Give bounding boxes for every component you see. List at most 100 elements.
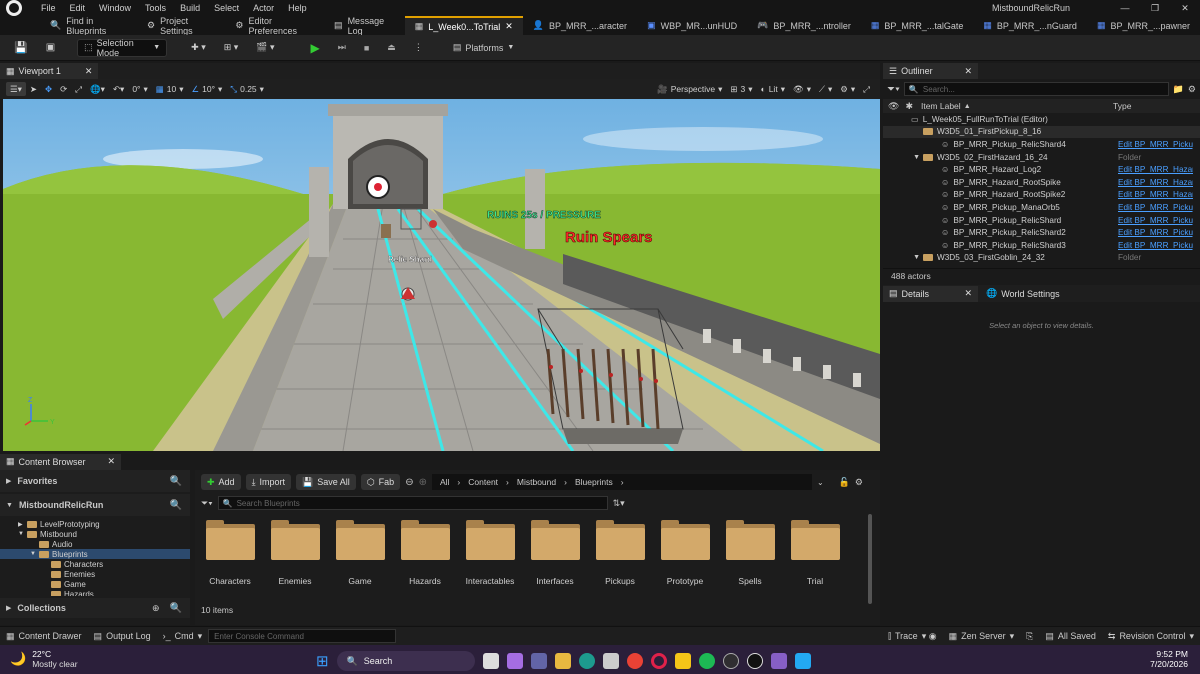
performance-dropdown[interactable]: ⟋ ▾ xyxy=(815,79,836,99)
menu-item[interactable]: Help xyxy=(281,0,314,16)
edit-blueprint-link[interactable]: Edit BP_MRR_Hazard xyxy=(1118,190,1193,199)
document-tab[interactable]: ▦ BP_MRR_...pawner xyxy=(1087,16,1200,35)
tab-outliner[interactable]: ☰ Outliner ✕ xyxy=(883,63,978,79)
camera-speed-dropdown[interactable]: ⊞ 3 ▾ xyxy=(726,79,756,99)
asset-folder[interactable]: Game xyxy=(330,520,390,586)
folder-tree-item[interactable]: ▼ Blueprints xyxy=(0,549,190,559)
level-viewport[interactable]: RUINS 25s / PRESSURE Ruin Spears Relic S… xyxy=(3,99,880,451)
outliner-search-input[interactable]: 🔍 Search... xyxy=(903,82,1169,96)
selection-mode-dropdown[interactable]: ⬚ Selection Mode ▼ xyxy=(77,38,168,58)
viewport-options-button[interactable]: ☰▾ xyxy=(6,82,26,96)
select-tool[interactable]: ➤ xyxy=(26,79,41,99)
outliner-row[interactable]: ☺ BP_MRR_Hazard_RootSpike Edit BP_MRR_Haza… xyxy=(883,176,1200,189)
tab-details[interactable]: ▤ Details ✕ xyxy=(883,285,978,302)
outliner-row[interactable]: ☺ BP_MRR_Pickup_RelicShard4 Edit BP_MRR_Pi… xyxy=(883,138,1200,151)
edit-blueprint-link[interactable]: Edit BP_MRR_Pickup xyxy=(1118,241,1193,250)
world-local-toggle[interactable]: 🌐▾ xyxy=(86,79,109,99)
add-collection-icon[interactable]: ⊕ xyxy=(152,603,160,614)
document-tab[interactable]: ▦ BP_MRR_...nGuard xyxy=(973,16,1087,35)
chrome-icon[interactable] xyxy=(626,653,643,669)
type-column[interactable]: Type xyxy=(1113,101,1131,111)
notes-icon[interactable] xyxy=(674,653,691,669)
menu-item[interactable]: Window xyxy=(92,0,138,16)
outliner-row[interactable]: ▼ W3D5_02_FirstHazard_16_24 Folder xyxy=(883,151,1200,164)
close-icon[interactable]: ✕ xyxy=(505,21,513,32)
filter-icon[interactable]: ⏷▾ xyxy=(887,84,900,95)
edit-blueprint-link[interactable]: Edit BP_MRR_Pickup xyxy=(1118,228,1193,237)
rotation-snap-toggle[interactable]: ∠ 10° ▾ xyxy=(188,79,227,99)
menu-item[interactable]: Tools xyxy=(138,0,173,16)
asset-folder[interactable]: Hazards xyxy=(395,520,455,586)
angle-dropdown[interactable]: 0° ▾ xyxy=(128,79,151,99)
task-view-icon[interactable] xyxy=(482,653,499,669)
edge-icon[interactable] xyxy=(578,653,595,669)
folder-tree-item[interactable]: ▶ LevelPrototyping xyxy=(0,519,190,529)
eject-button[interactable]: ⏏ xyxy=(381,39,402,57)
folder-tree-item[interactable]: ▼ Mistbound xyxy=(0,529,190,539)
asset-folder[interactable]: Enemies xyxy=(265,520,325,586)
document-tab[interactable]: 🎮 BP_MRR_...ntroller xyxy=(747,16,861,35)
translate-tool[interactable]: ✥ xyxy=(41,79,56,99)
blueprint-menu-button[interactable]: ⊞ ▾ xyxy=(218,39,245,57)
outliner-row[interactable]: ☺ BP_MRR_Pickup_RelicShard3 Edit BP_MRR_Pi… xyxy=(883,239,1200,252)
edit-blueprint-link[interactable]: Edit BP_MRR_Pickup xyxy=(1118,216,1193,225)
folder-tree-item[interactable]: Game xyxy=(0,579,190,589)
copilot-icon[interactable] xyxy=(506,653,523,669)
rotate-tool[interactable]: ⟳ xyxy=(56,79,71,99)
source-icon[interactable]: ⎘ xyxy=(1020,627,1039,646)
maximize-viewport-button[interactable]: ⤢ xyxy=(859,79,874,99)
step-button[interactable]: ⏭ xyxy=(332,39,352,57)
document-tab[interactable]: ⚙ Editor Preferences xyxy=(225,16,324,36)
stop-button[interactable]: ■ xyxy=(358,39,375,57)
document-tab[interactable]: 👤 BP_MRR_...aracter xyxy=(523,16,637,35)
folder-tree-item[interactable]: Hazards xyxy=(0,589,190,596)
visual-studio-icon[interactable] xyxy=(770,653,787,669)
collections-header[interactable]: Collections xyxy=(17,603,66,613)
document-tab[interactable]: 🔍 Find in Blueprints xyxy=(40,16,137,36)
outliner-row[interactable]: ▭ L_Week05_FullRunToTrial (Editor) xyxy=(883,113,1200,126)
folder-tree-item[interactable]: Characters xyxy=(0,559,190,569)
close-icon[interactable]: ✕ xyxy=(108,456,116,467)
weather-widget[interactable]: 🌙 22°C Mostly clear xyxy=(10,649,78,669)
asset-folder[interactable]: Trial xyxy=(785,520,845,586)
surface-snap-toggle[interactable]: ↶▾ xyxy=(109,79,128,99)
menu-item[interactable]: Edit xyxy=(63,0,93,16)
document-tab[interactable]: ⚙ Project Settings xyxy=(137,16,225,36)
edit-blueprint-link[interactable]: Edit BP_MRR_Pickup xyxy=(1118,140,1193,149)
outliner-row[interactable]: ☺ BP_MRR_Pickup_ManaOrb5 Edit BP_MRR_Picku… xyxy=(883,201,1200,214)
console-input[interactable]: Enter Console Command xyxy=(208,629,397,643)
file-explorer-icon[interactable] xyxy=(554,653,571,669)
close-icon[interactable]: ✕ xyxy=(964,288,972,299)
close-icon[interactable]: ✕ xyxy=(85,66,93,77)
opera-icon[interactable] xyxy=(650,653,667,669)
minimize-button[interactable]: — xyxy=(1110,3,1140,13)
item-label-column[interactable]: Item Label xyxy=(921,101,961,111)
document-tab[interactable]: ▤ Message Log xyxy=(324,16,405,36)
cmd-dropdown[interactable]: ›_ Cmd ▾ xyxy=(157,627,209,646)
store-icon[interactable] xyxy=(602,653,619,669)
trace-dropdown[interactable]: ⫿ Trace ▾ ◉ xyxy=(882,627,942,646)
more-options-icon[interactable]: ⋮ xyxy=(408,39,429,57)
search-icon[interactable]: 🔍 xyxy=(170,603,182,614)
all-saved-indicator[interactable]: ▤ All Saved xyxy=(1039,627,1102,646)
asset-scrollbar[interactable] xyxy=(868,514,872,604)
perspective-dropdown[interactable]: 🎥 Perspective ▾ xyxy=(653,79,726,99)
asset-folder[interactable]: Characters xyxy=(200,520,260,586)
view-mode-dropdown[interactable]: ◐ Lit ▾ xyxy=(757,79,789,99)
clock[interactable]: 9:52 PM 7/20/2026 xyxy=(1150,649,1188,669)
obs-icon[interactable] xyxy=(722,653,739,669)
search-icon[interactable]: 🔍 xyxy=(170,476,182,487)
cinematics-button[interactable]: 🎬 ▾ xyxy=(250,39,280,57)
settings-dropdown[interactable]: ⚙ ▾ xyxy=(836,79,859,99)
asset-folder[interactable]: Spells xyxy=(720,520,780,586)
edit-blueprint-link[interactable]: Edit BP_MRR_Hazard xyxy=(1118,178,1193,187)
vscode-icon[interactable] xyxy=(794,653,811,669)
outliner-row[interactable]: ☺ BP_MRR_Pickup_RelicShard Edit BP_MRR_Pic… xyxy=(883,214,1200,227)
favorites-header[interactable]: Favorites xyxy=(17,476,57,486)
expand-arrow-icon[interactable]: ▶ xyxy=(18,521,24,528)
outliner-row[interactable]: ▼ W3D5_03_FirstGoblin_24_32 Folder xyxy=(883,252,1200,265)
outliner-row[interactable]: ☺ BP_MRR_Pickup_RelicShard2 Edit BP_MRR_Pi… xyxy=(883,226,1200,239)
menu-item[interactable]: File xyxy=(34,0,63,16)
folder-tree-item[interactable]: Audio xyxy=(0,539,190,549)
tab-content-browser[interactable]: ▦ Content Browser ✕ xyxy=(0,453,122,470)
